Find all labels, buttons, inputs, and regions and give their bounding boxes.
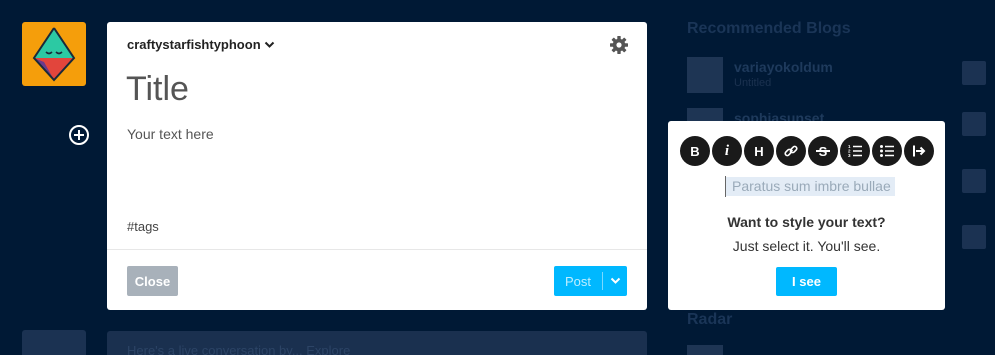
- numbered-list-icon[interactable]: 1 2 3: [840, 136, 870, 166]
- follow-button[interactable]: [962, 169, 986, 193]
- hint-heading: Want to style your text?: [727, 214, 886, 230]
- indent-icon[interactable]: [904, 136, 934, 166]
- hint-subtext: Just select it. You'll see.: [732, 238, 881, 254]
- gear-icon[interactable]: [609, 35, 629, 55]
- post-button-group: Post: [554, 266, 627, 296]
- blog-selector-label: craftystarfishtyphoon: [127, 37, 261, 52]
- radar-title: Radar: [687, 311, 733, 328]
- strikethrough-icon[interactable]: S: [808, 136, 838, 166]
- radar-thumbnail: [687, 345, 723, 355]
- recommended-blog-item[interactable]: variayokoldum Untitled: [687, 57, 987, 93]
- blog-avatar[interactable]: [22, 22, 86, 86]
- post-button[interactable]: Post: [554, 266, 602, 296]
- svg-text:3: 3: [848, 153, 851, 158]
- dashboard-post-card: Here's a live conversation by... Explore: [107, 331, 647, 355]
- heading-icon[interactable]: H: [744, 136, 774, 166]
- post-options-dropdown[interactable]: [603, 266, 627, 296]
- chevron-down-icon: [610, 277, 620, 284]
- sample-selected-text: Paratus sum imbre bullae: [726, 177, 895, 196]
- follow-button[interactable]: [962, 225, 986, 249]
- post-editor: craftystarfishtyphoon Title Your text he…: [107, 22, 647, 310]
- bold-icon[interactable]: B: [680, 136, 710, 166]
- follow-button[interactable]: [962, 61, 986, 85]
- post-body-input[interactable]: Your text here: [127, 126, 214, 142]
- octahedron-logo-icon: [32, 27, 76, 82]
- recommended-blogs-title: Recommended Blogs: [687, 20, 851, 37]
- blog-name: variayokoldum: [734, 59, 833, 75]
- sample-text-preview: Paratus sum imbre bullae: [725, 176, 895, 197]
- chevron-down-icon: [264, 41, 274, 48]
- blog-subtitle: Untitled: [734, 77, 772, 89]
- blog-thumbnail: [687, 57, 723, 93]
- bullet-list-icon[interactable]: [872, 136, 902, 166]
- link-icon[interactable]: [776, 136, 806, 166]
- follow-button[interactable]: [962, 112, 986, 136]
- add-post-icon[interactable]: [68, 124, 90, 146]
- formatting-hint-popover: B i H S 1 2 3: [668, 121, 945, 310]
- tags-input[interactable]: #tags: [127, 219, 159, 234]
- blog-selector[interactable]: craftystarfishtyphoon: [127, 37, 275, 52]
- post-preview-text: Here's a live conversation by... Explore: [127, 343, 351, 355]
- formatting-toolbar: B i H S 1 2 3: [680, 136, 934, 166]
- post-author-avatar: [22, 330, 86, 355]
- i-see-button[interactable]: I see: [776, 267, 837, 296]
- italic-icon[interactable]: i: [712, 136, 742, 166]
- close-button[interactable]: Close: [127, 266, 178, 296]
- post-title-input[interactable]: Title: [126, 70, 606, 109]
- editor-divider: [107, 249, 647, 250]
